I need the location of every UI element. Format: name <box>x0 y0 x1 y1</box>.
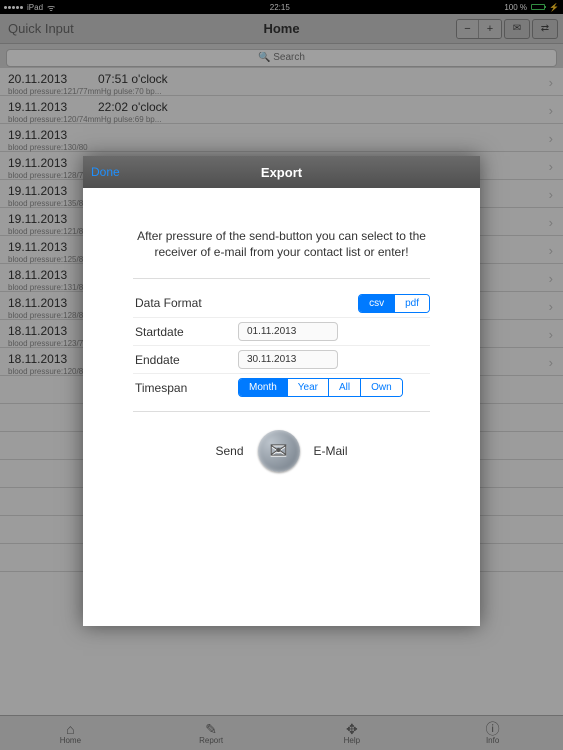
export-modal: Done Export After pressure of the send-b… <box>83 156 480 626</box>
span-year[interactable]: Year <box>288 379 329 396</box>
span-month[interactable]: Month <box>239 379 288 396</box>
data-format-segment[interactable]: csv pdf <box>358 294 430 313</box>
modal-title: Export <box>83 165 480 180</box>
send-label: Send <box>215 444 243 458</box>
startdate-label: Startdate <box>133 325 238 339</box>
email-label: E-Mail <box>314 444 348 458</box>
startdate-field[interactable]: 01.11.2013 <box>238 322 338 341</box>
modal-header: Done Export <box>83 156 480 188</box>
span-own[interactable]: Own <box>361 379 402 396</box>
format-pdf[interactable]: pdf <box>395 295 429 312</box>
timespan-segment[interactable]: Month Year All Own <box>238 378 403 397</box>
modal-info-text: After pressure of the send-button you ca… <box>133 228 430 260</box>
enddate-field[interactable]: 30.11.2013 <box>238 350 338 369</box>
export-form: Data Format csv pdf Startdate 01.11.2013… <box>133 289 430 401</box>
enddate-label: Enddate <box>133 353 238 367</box>
timespan-label: Timespan <box>133 381 238 395</box>
envelope-icon: ✉ <box>269 438 287 464</box>
data-format-label: Data Format <box>133 296 238 310</box>
done-button[interactable]: Done <box>91 165 120 179</box>
span-all[interactable]: All <box>329 379 361 396</box>
send-email-button[interactable]: ✉ <box>258 430 300 472</box>
format-csv[interactable]: csv <box>359 295 395 312</box>
